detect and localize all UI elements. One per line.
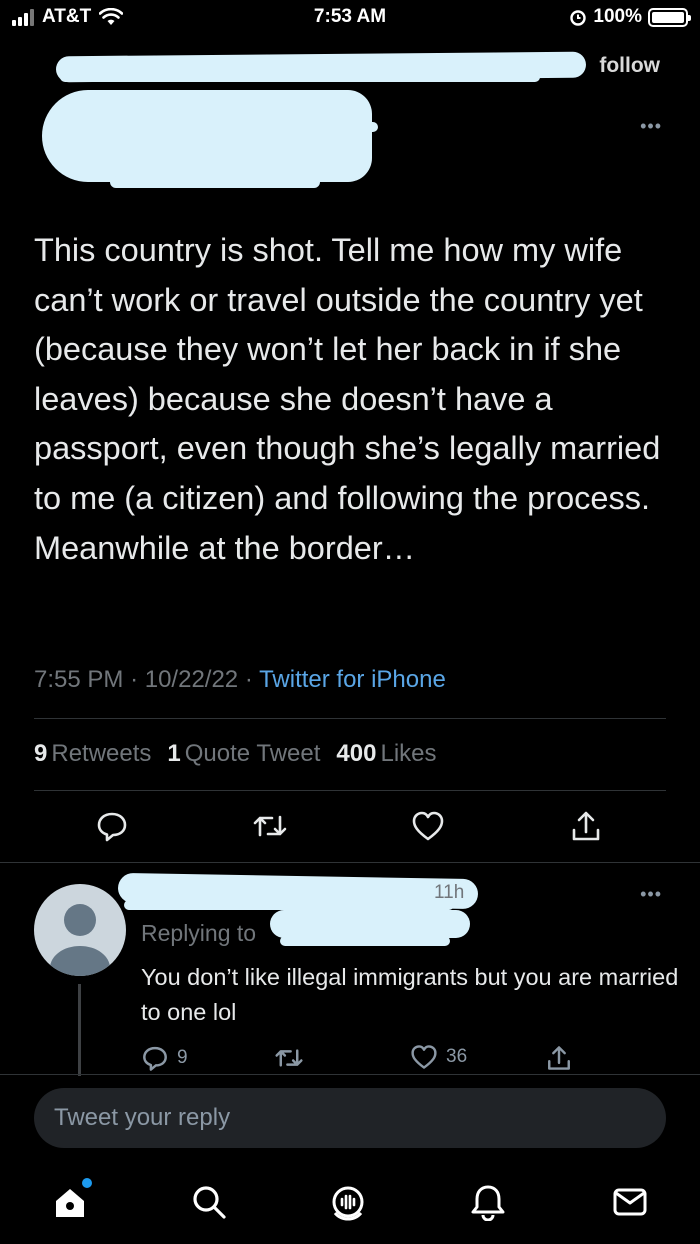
messages-icon[interactable] (608, 1180, 652, 1224)
follow-button[interactable]: follow (599, 54, 660, 78)
reply-like-button[interactable]: 36 (410, 1044, 467, 1070)
divider (34, 790, 666, 791)
tweet-date: 10/22/22 (144, 666, 239, 693)
reply-count: 9 (177, 1047, 188, 1068)
quotes-label: Quote Tweet (184, 740, 321, 767)
battery-percent: 100% (593, 6, 642, 27)
quotes-count: 1 (167, 740, 181, 767)
battery-icon (648, 7, 691, 27)
reply-age: 11h (434, 882, 465, 903)
reply-icon (143, 1046, 167, 1071)
avatar[interactable] (34, 884, 126, 976)
tweet-stats: 9 Retweets 1 Quote Tweet 400 Likes (34, 740, 437, 768)
likes-label: Likes (380, 740, 437, 767)
alarm-icon (570, 10, 587, 26)
notification-dot (82, 1178, 92, 1188)
retweet-icon[interactable] (250, 806, 290, 846)
tweet-source-link[interactable]: Twitter for iPhone (259, 666, 446, 693)
retweets-stat[interactable]: 9 Retweets (34, 740, 151, 768)
notifications-icon[interactable] (466, 1180, 510, 1224)
default-avatar-icon (50, 904, 110, 976)
reply-composer[interactable] (34, 1088, 666, 1148)
retweets-label: Retweets (51, 740, 152, 767)
more-horizontal-icon[interactable]: ••• (640, 884, 662, 905)
like-icon[interactable] (408, 806, 448, 846)
likes-count: 400 (336, 740, 377, 767)
quotes-stat[interactable]: 1 Quote Tweet (167, 740, 320, 768)
status-right: 100% (569, 6, 691, 28)
bottom-tab-bar (0, 1170, 700, 1244)
tweet-meta: 7:55 PM · 10/22/22 · Twitter for iPhone (34, 666, 446, 693)
tweet-text: This country is shot. Tell me how my wif… (34, 232, 661, 566)
replying-to-label: Replying to (141, 920, 257, 946)
divider (0, 862, 700, 863)
retweets-count: 9 (34, 740, 48, 767)
thread-line (78, 984, 81, 1076)
tweet-time: 7:55 PM (34, 666, 124, 693)
reply-text: You don’t like illegal immigrants but yo… (141, 964, 679, 1025)
like-count: 36 (446, 1046, 468, 1067)
share-icon (548, 1046, 570, 1070)
reply-reply-button[interactable]: 9 (141, 1044, 188, 1072)
share-icon[interactable] (566, 806, 606, 846)
like-icon (411, 1045, 437, 1069)
divider (0, 1074, 700, 1075)
likes-stat[interactable]: 400 Likes (336, 740, 436, 768)
more-horizontal-icon[interactable]: ••• (640, 116, 662, 137)
home-icon[interactable] (48, 1178, 92, 1224)
reply-share-button[interactable] (546, 1044, 572, 1072)
status-bar: AT&T 7:53 AM 100% (0, 0, 700, 36)
reply-icon[interactable] (92, 806, 132, 846)
divider (34, 718, 666, 719)
reply-retweet-button[interactable] (274, 1044, 304, 1072)
search-icon[interactable] (187, 1180, 231, 1224)
spaces-icon[interactable] (326, 1180, 370, 1224)
retweet-icon (275, 1049, 303, 1067)
reply-input[interactable] (54, 1088, 646, 1148)
